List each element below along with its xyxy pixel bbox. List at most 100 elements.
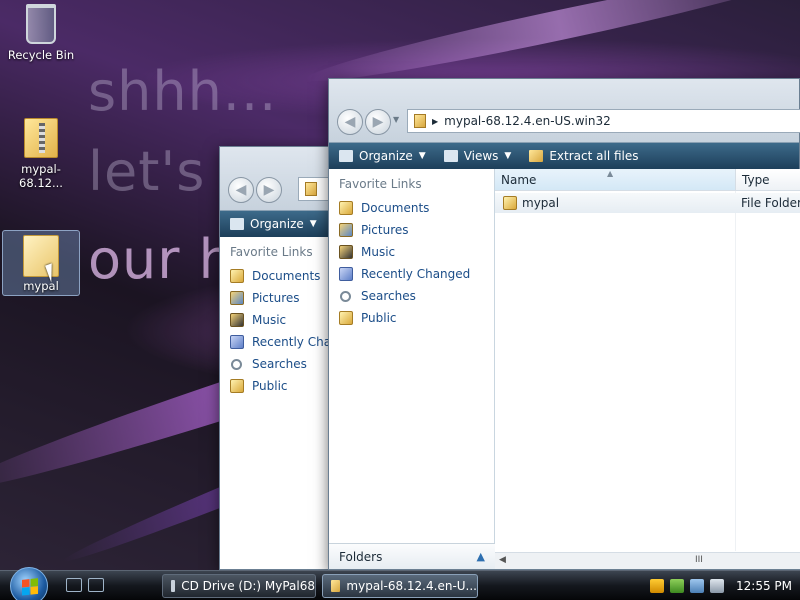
- taskbar-button-mypal-zip[interactable]: mypal-68.12.4.en-U...: [322, 574, 478, 598]
- chevron-down-icon: ▼: [504, 151, 512, 161]
- drive-icon: [305, 182, 317, 196]
- chevron-up-icon: ▲: [476, 550, 485, 563]
- recent-pages-chevron-icon[interactable]: ▼: [393, 115, 399, 124]
- column-header-name[interactable]: Name ▲: [495, 169, 735, 191]
- breadcrumb-arrow-icon: ▶: [432, 116, 439, 126]
- extract-all-files-button[interactable]: Extract all files: [529, 149, 639, 163]
- scroll-grip[interactable]: III: [695, 555, 703, 565]
- folders-label: Folders: [339, 549, 383, 564]
- organize-label: Organize: [359, 149, 413, 163]
- nav-item-label: Pictures: [361, 223, 409, 237]
- search-icon: [231, 358, 242, 370]
- command-bar: Organize ▼ Views ▼ Extract all files: [329, 143, 799, 169]
- explorer-window-front[interactable]: ◀ ▶ ▼ ▶ mypal-68.12.4.en-US.win32 Organi…: [328, 78, 800, 570]
- scroll-left-icon[interactable]: ◀: [499, 555, 506, 565]
- nav-item-documents[interactable]: Documents: [329, 197, 494, 219]
- start-button[interactable]: [10, 567, 48, 600]
- taskbar-button-cd-drive[interactable]: CD Drive (D:) MyPal68: [162, 574, 316, 598]
- nav-item-label: Public: [361, 311, 397, 325]
- column-header-label: Name: [501, 173, 537, 187]
- nav-buttons: ◀ ▶: [337, 109, 391, 135]
- recently-changed-icon: [339, 267, 353, 281]
- windows-logo-icon: [22, 578, 38, 596]
- pictures-icon: [230, 291, 244, 305]
- nav-item-label: Documents: [361, 201, 430, 215]
- favorite-links-title: Favorite Links: [339, 177, 422, 191]
- switch-windows-icon[interactable]: [88, 578, 104, 592]
- folders-toggle[interactable]: Folders ▲: [329, 543, 495, 569]
- search-icon: [340, 290, 351, 302]
- desktop-icon-mypal-folder[interactable]: mypal: [2, 230, 80, 296]
- organize-icon: [230, 218, 244, 230]
- wallpaper-text: our h: [88, 228, 234, 291]
- taskbar-button-label: mypal-68.12.4.en-U...: [346, 579, 477, 593]
- back-button[interactable]: ◀: [228, 177, 254, 203]
- recently-changed-icon: [230, 335, 244, 349]
- public-folder-icon: [230, 379, 244, 393]
- organize-icon: [339, 150, 353, 162]
- nav-item-label: Public: [252, 379, 288, 393]
- recycle-bin-icon: [26, 4, 56, 44]
- file-name: mypal: [522, 196, 560, 210]
- organize-button[interactable]: Organize ▼: [230, 217, 317, 231]
- documents-icon: [339, 201, 353, 215]
- pictures-icon: [339, 223, 353, 237]
- file-list: Name ▲ Type mypal File Folder ◀ III: [495, 169, 800, 569]
- desktop-icon-mypal-zip[interactable]: mypal-68.12...: [2, 118, 80, 190]
- organize-button[interactable]: Organize ▼: [339, 149, 426, 163]
- nav-item-label: Music: [252, 313, 287, 327]
- taskbar-button-label: CD Drive (D:) MyPal68: [181, 579, 315, 593]
- column-divider: [735, 191, 736, 551]
- column-header-type[interactable]: Type: [735, 169, 800, 191]
- volume-icon[interactable]: [710, 579, 724, 593]
- nav-buttons: ◀ ▶: [228, 177, 282, 203]
- column-header-label: Type: [742, 173, 770, 187]
- organize-label: Organize: [250, 217, 304, 231]
- nav-item-label: Documents: [252, 269, 321, 283]
- chevron-down-icon: ▼: [418, 151, 426, 161]
- file-name-cell: mypal: [503, 196, 559, 210]
- sort-ascending-icon: ▲: [607, 169, 614, 178]
- forward-button[interactable]: ▶: [365, 109, 391, 135]
- system-tray: 12:55 PM: [640, 571, 800, 600]
- extract-label: Extract all files: [549, 149, 639, 163]
- music-icon: [230, 313, 244, 327]
- nav-item-music[interactable]: Music: [329, 241, 494, 263]
- taskbar: CD Drive (D:) MyPal68 mypal-68.12.4.en-U…: [0, 567, 800, 600]
- nav-item-label: Searches: [252, 357, 307, 371]
- file-row[interactable]: mypal File Folder: [495, 193, 800, 213]
- forward-button[interactable]: ▶: [256, 177, 282, 203]
- views-icon: [443, 150, 458, 162]
- nav-item-label: Recently Changed: [361, 267, 471, 281]
- nav-item-recently-changed[interactable]: Recently Changed: [329, 263, 494, 285]
- network-icon[interactable]: [690, 579, 704, 593]
- desktop-icon-recycle-bin[interactable]: Recycle Bin: [2, 4, 80, 62]
- desktop-icon-label: mypal-68.12...: [19, 162, 63, 190]
- nav-item-label: Recently Chan: [252, 335, 339, 349]
- zip-folder-icon: [331, 580, 341, 592]
- address-bar[interactable]: ▶ mypal-68.12.4.en-US.win32: [407, 109, 800, 133]
- public-folder-icon: [339, 311, 353, 325]
- views-label: Views: [463, 149, 499, 163]
- clock[interactable]: 12:55 PM: [736, 579, 792, 593]
- nav-item-searches[interactable]: Searches: [329, 285, 494, 307]
- nav-item-label: Searches: [361, 289, 416, 303]
- security-shield-icon[interactable]: [650, 579, 664, 593]
- nav-item-pictures[interactable]: Pictures: [329, 219, 494, 241]
- desktop-icon-label: Recycle Bin: [7, 48, 75, 62]
- file-type-cell: File Folder: [741, 196, 800, 210]
- zip-folder-icon: [414, 114, 426, 128]
- extract-icon: [529, 150, 544, 162]
- cd-drive-icon: [171, 580, 176, 592]
- back-button[interactable]: ◀: [337, 109, 363, 135]
- chevron-down-icon: ▼: [309, 219, 317, 229]
- check-icon[interactable]: [670, 579, 684, 593]
- nav-item-public[interactable]: Public: [329, 307, 494, 329]
- zip-folder-icon: [24, 118, 58, 158]
- internet-explorer-icon[interactable]: [66, 578, 82, 592]
- views-button[interactable]: Views ▼: [443, 149, 512, 163]
- address-text: mypal-68.12.4.en-US.win32: [444, 114, 611, 128]
- horizontal-scrollbar[interactable]: ◀ III: [495, 552, 800, 569]
- nav-item-label: Music: [361, 245, 396, 259]
- navigation-pane: Favorite Links Documents Pictures Music …: [329, 169, 495, 569]
